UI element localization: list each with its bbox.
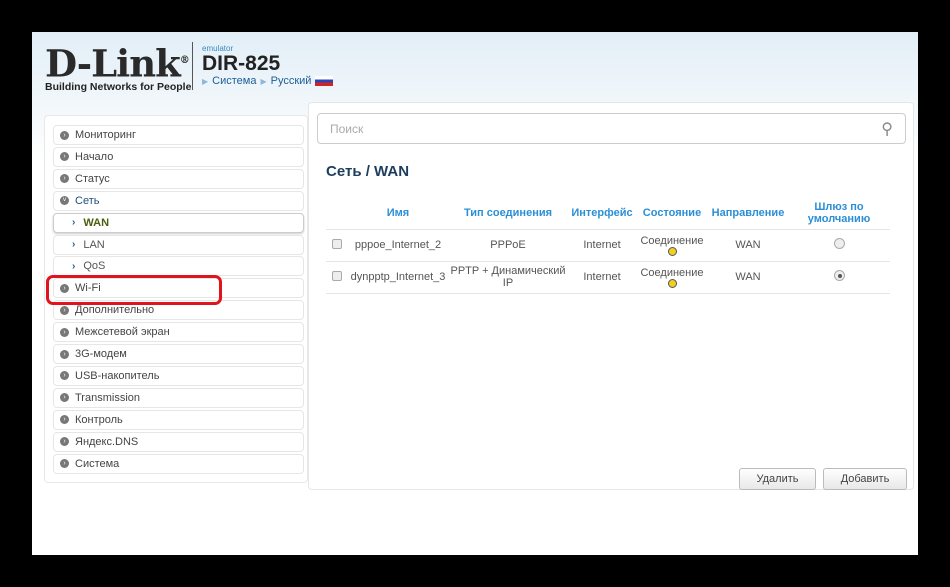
cell-type: PPTP + Динамический IP	[448, 261, 568, 294]
table-row[interactable]: dynpptp_Internet_3 PPTP + Динамический I…	[326, 261, 890, 294]
sidebar-item-11[interactable]: › USB-накопитель	[53, 365, 304, 386]
sidebar-item-label: Сеть	[75, 194, 100, 207]
sidebar-item-2[interactable]: › Статус	[53, 168, 304, 189]
logo-text: D-Link	[45, 41, 181, 86]
default-gateway-radio[interactable]	[833, 270, 845, 281]
trademark: ®	[179, 55, 190, 66]
russian-flag-icon	[315, 76, 334, 86]
chevron-right-icon: ›	[60, 174, 69, 184]
cell-direction: WAN	[708, 229, 788, 262]
row-checkbox[interactable]	[332, 270, 342, 281]
sidebar-item-15[interactable]: › Система	[53, 453, 304, 474]
sidebar-item-12[interactable]: › Transmission	[53, 387, 304, 408]
sidebar-item-label: Межсетевой экран	[75, 326, 170, 339]
search-input[interactable]: Поиск ⚲	[317, 113, 906, 144]
router-admin-page: D-Link® Building Networks for People emu…	[32, 32, 918, 555]
chevron-right-icon: ›	[60, 393, 69, 403]
breadcrumb: ▶ Система ▶ Русский	[202, 75, 334, 87]
chevron-right-icon: ›	[60, 437, 69, 447]
sidebar-item-0[interactable]: › Мониторинг	[53, 125, 304, 145]
sidebar-item-label: USB-накопитель	[75, 369, 160, 382]
cell-type: PPPoE	[448, 229, 568, 262]
breadcrumb-system[interactable]: Система	[212, 75, 256, 87]
status-dot-icon	[667, 246, 677, 256]
wan-connections-table: Имя Тип соединения Интерфейс Состояние Н…	[326, 197, 890, 294]
status-dot-icon	[667, 278, 677, 288]
sidebar-item-9[interactable]: › Межсетевой экран	[53, 322, 304, 343]
cell-default-gateway	[788, 261, 890, 294]
chevron-right-icon: ›	[60, 415, 69, 425]
model-block: emulator DIR-825 ▶ Система ▶ Русский	[202, 44, 334, 87]
cell-default-gateway	[788, 229, 890, 262]
chevron-right-icon: ›	[72, 260, 76, 272]
sidebar-item-label: 3G-модем	[75, 348, 127, 360]
add-button[interactable]: Добавить	[823, 468, 907, 490]
chevron-right-icon: ›	[60, 349, 69, 359]
col-direction: Направление	[708, 197, 788, 230]
cell-state: Соединение	[636, 229, 708, 262]
chevron-right-icon: ›	[60, 371, 69, 381]
sidebar-item-label: Система	[75, 457, 120, 470]
main-panel: Поиск ⚲ Сеть / WAN Имя Тип соединения Инт…	[308, 102, 914, 490]
chevron-right-icon: ›	[60, 459, 69, 468]
state-text: Соединение	[640, 266, 704, 279]
col-default-gateway: Шлюз по умолчанию	[788, 197, 890, 230]
chevron-right-icon: ›	[60, 305, 69, 315]
default-gateway-radio[interactable]	[833, 238, 845, 249]
cell-interface: Internet	[568, 261, 636, 294]
sidebar-item-label: WAN	[83, 216, 110, 229]
highlight-annotation	[46, 275, 222, 305]
col-name: Имя	[348, 197, 448, 230]
model-name: DIR-825	[202, 52, 281, 75]
chevron-right-icon: ›	[72, 239, 76, 250]
chevron-right-icon: ›	[60, 130, 69, 140]
row-checkbox[interactable]	[332, 238, 342, 249]
cell-direction: WAN	[708, 261, 788, 294]
chevron-right-icon: ›	[72, 217, 76, 229]
col-interface: Интерфейс	[568, 197, 636, 230]
sidebar-item-label: Начало	[75, 150, 114, 163]
chevron-right-icon: ›	[60, 152, 69, 162]
language-selector[interactable]: Русский	[271, 75, 312, 87]
table-row[interactable]: pppoe_Internet_2 PPPoE Internet Соединен…	[326, 229, 890, 262]
sidebar-item-label: Яндекс.DNS	[75, 435, 139, 448]
cell-name: pppoe_Internet_2	[348, 229, 448, 262]
sidebar-item-4[interactable]: › WAN	[53, 212, 304, 233]
state-text: Соединение	[640, 234, 704, 247]
sidebar-item-label: Контроль	[75, 413, 123, 426]
sidebar-item-label: LAN	[83, 238, 105, 251]
sidebar-item-3[interactable]: ˅ Сеть	[53, 190, 304, 211]
tagline: Building Networks for People	[45, 81, 192, 94]
sidebar-item-label: Мониторинг	[75, 129, 137, 141]
sidebar-item-label: QoS	[83, 260, 106, 273]
cell-name: dynpptp_Internet_3	[348, 261, 448, 294]
col-state: Состояние	[636, 197, 708, 230]
sidebar-item-14[interactable]: › Яндекс.DNS	[53, 431, 304, 452]
dlink-logo: D-Link® Building Networks for People	[45, 41, 192, 94]
delete-button[interactable]: Удалить	[739, 468, 816, 490]
sidebar-item-10[interactable]: › 3G-модем	[53, 344, 304, 364]
sidebar-item-label: Статус	[75, 172, 110, 185]
header-divider	[192, 42, 193, 90]
cell-interface: Internet	[568, 229, 636, 262]
cell-state: Соединение	[636, 261, 708, 294]
chevron-down-icon: ˅	[60, 196, 69, 206]
sidebar-item-6[interactable]: › QoS	[53, 256, 304, 277]
sidebar-item-label: Дополнительно	[75, 304, 155, 317]
chevron-right-icon: ›	[60, 327, 69, 337]
search-icon[interactable]: ⚲	[881, 119, 893, 139]
sidebar-item-5[interactable]: › LAN	[53, 234, 304, 255]
sidebar-item-13[interactable]: › Контроль	[53, 409, 304, 430]
page-title: Сеть / WAN	[326, 163, 410, 180]
sidebar-item-1[interactable]: › Начало	[53, 146, 304, 167]
sidebar-item-label: Transmission	[75, 391, 140, 404]
col-type: Тип соединения	[448, 197, 568, 230]
